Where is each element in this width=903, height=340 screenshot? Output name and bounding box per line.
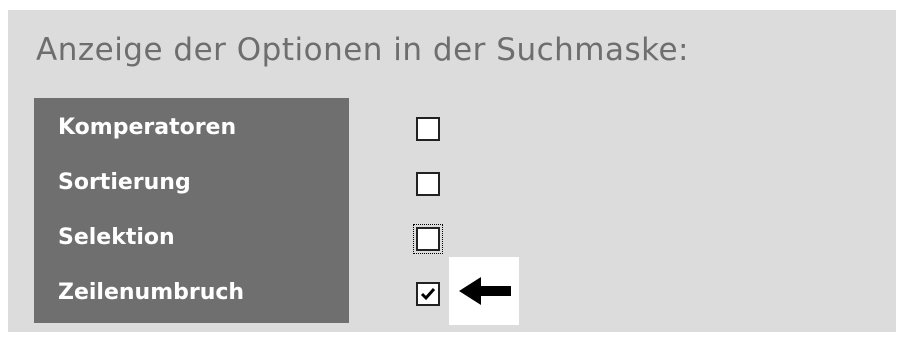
option-label-komperatoren: Komperatoren	[58, 115, 237, 140]
checkbox-zeilenumbruch[interactable]	[416, 282, 440, 306]
option-label-selektion: Selektion	[58, 225, 175, 250]
checkbox-selektion[interactable]	[413, 224, 443, 254]
checkbox-komperatoren[interactable]	[416, 117, 440, 141]
annotation-callout	[449, 257, 519, 325]
checkmark-icon	[420, 288, 436, 301]
arrow-left-icon	[459, 277, 511, 305]
option-label-sortierung: Sortierung	[58, 170, 191, 195]
option-label-zeilenumbruch: Zeilenumbruch	[58, 280, 245, 305]
section-title: Anzeige der Optionen in der Suchmaske:	[36, 32, 689, 68]
checkbox-sortierung[interactable]	[416, 172, 440, 196]
